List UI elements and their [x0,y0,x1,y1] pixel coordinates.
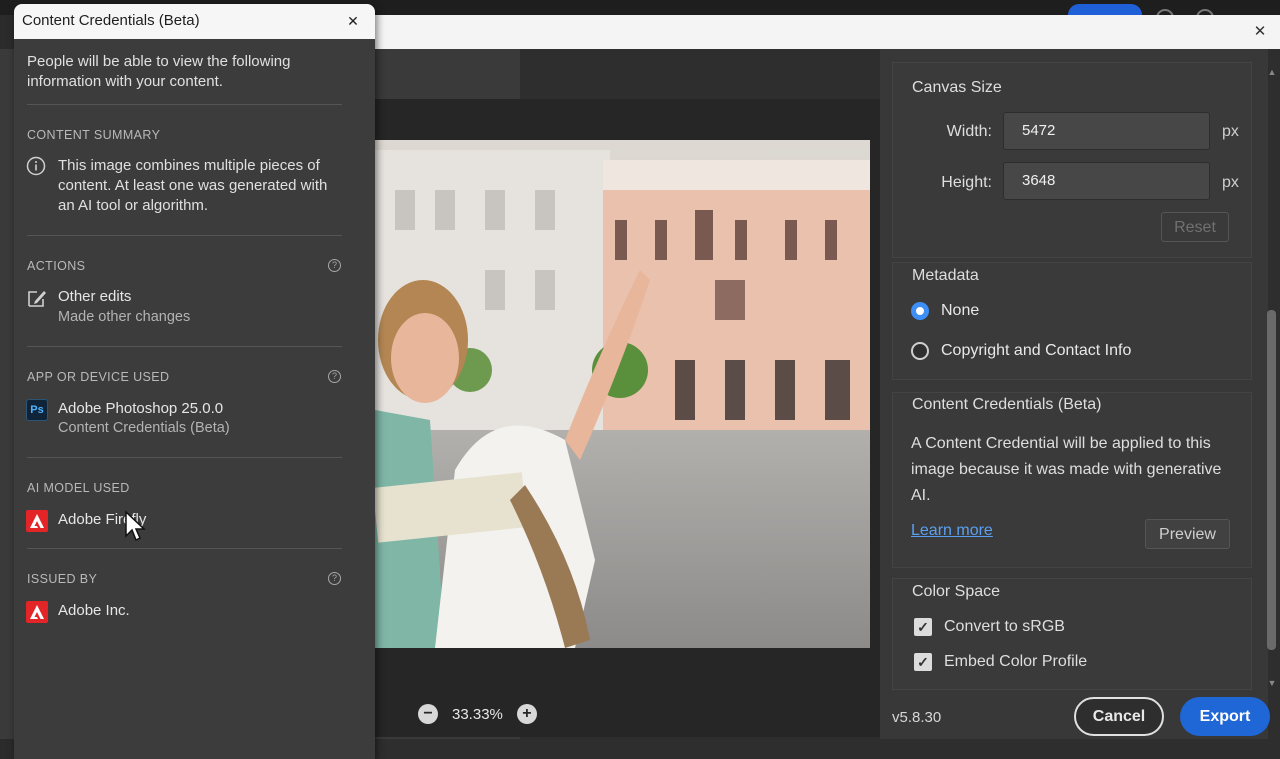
popup-titlebar: Content Credentials (Beta) ✕ [14,4,375,39]
metadata-copyright-label[interactable]: Copyright and Contact Info [941,342,1131,360]
metadata-title: Metadata [912,267,979,284]
metadata-section: Metadata [892,262,1252,380]
divider [27,235,342,236]
issued-by-heading: ISSUED BY [27,572,98,586]
divider [27,346,342,347]
zoom-level: 33.33% [452,705,503,723]
convert-srgb-label[interactable]: Convert to sRGB [944,618,1065,636]
width-label: Width: [946,123,992,140]
mouse-cursor-icon [125,510,146,542]
divider [27,548,342,549]
preview-photo-illustration [375,140,870,648]
help-icon[interactable]: ? [328,370,341,383]
divider [27,457,342,458]
help-icon[interactable]: ? [328,572,341,585]
dialog-close-icon[interactable]: ✕ [1250,22,1270,42]
height-input[interactable]: 3648 [1003,162,1210,200]
export-button[interactable]: Export [1180,697,1270,736]
width-input[interactable]: 5472 [1003,112,1210,150]
content-credentials-popup: Content Credentials (Beta) ✕ People will… [14,4,375,759]
dialog-titlebar [360,15,1280,49]
content-summary-text: This image combines multiple pieces of c… [58,157,328,214]
height-label: Height: [941,174,992,191]
adobe-icon [26,601,48,623]
actions-heading: ACTIONS [27,259,86,273]
content-summary-heading: CONTENT SUMMARY [27,128,161,142]
adobe-firefly-icon [26,510,48,532]
embed-profile-checkbox[interactable]: ✓ [914,653,932,671]
info-icon [26,156,46,176]
canvas-size-title: Canvas Size [912,79,1002,96]
ai-model-heading: AI MODEL USED [27,481,130,495]
scroll-down-icon[interactable]: ▼ [1267,678,1277,688]
content-credentials-text: A Content Credential will be applied to … [911,435,1222,504]
app-item-sub: Content Credentials (Beta) [58,420,230,436]
scrollbar-thumb[interactable] [1267,310,1276,650]
popup-title: Content Credentials (Beta) [22,12,200,29]
embed-profile-label[interactable]: Embed Color Profile [944,653,1087,671]
actions-item-title: Other edits [58,288,132,305]
learn-more-link[interactable]: Learn more [911,522,993,540]
divider [27,104,342,105]
height-unit: px [1222,174,1239,191]
version-label: v5.8.30 [892,709,942,726]
metadata-copyright-radio[interactable] [911,342,929,360]
actions-item-sub: Made other changes [58,309,191,325]
convert-srgb-checkbox[interactable]: ✓ [914,618,932,636]
popup-close-icon[interactable]: ✕ [343,11,363,31]
metadata-none-radio[interactable] [911,302,929,320]
popup-intro: People will be able to view the followin… [27,53,291,90]
content-credentials-title: Content Credentials (Beta) [912,396,1102,413]
zoom-in-button[interactable]: + [516,704,537,724]
reset-button[interactable]: Reset [1161,212,1229,242]
edit-icon [28,291,46,307]
photoshop-icon: Ps [26,399,48,421]
scroll-up-icon[interactable]: ▲ [1267,67,1277,77]
zoom-controls: − 33.33% + [418,700,537,728]
help-icon[interactable]: ? [328,259,341,272]
issued-by-item-title: Adobe Inc. [58,602,130,619]
zoom-out-button[interactable]: − [418,704,438,724]
color-space-title: Color Space [912,583,1001,600]
cancel-button[interactable]: Cancel [1074,697,1164,736]
app-item-title: Adobe Photoshop 25.0.0 [58,400,224,417]
metadata-none-label[interactable]: None [941,302,979,320]
app-device-heading: APP OR DEVICE USED [27,370,170,384]
preview-button[interactable]: Preview [1145,519,1230,549]
width-unit: px [1222,123,1239,140]
preview-image [375,140,870,648]
